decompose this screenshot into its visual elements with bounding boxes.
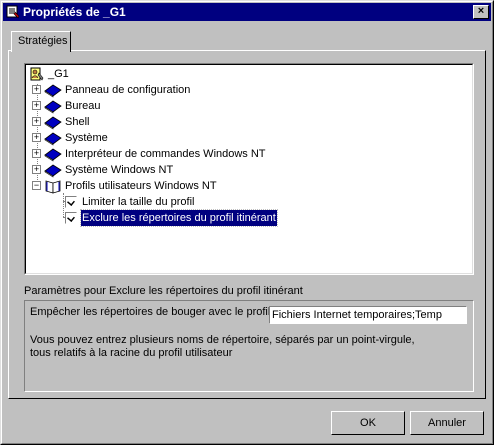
cancel-button[interactable]: Annuler <box>410 411 484 435</box>
book-icon <box>44 148 62 162</box>
policy-label-selected: Exclure les répertoires du profil itinér… <box>80 209 278 227</box>
checkbox-checked[interactable] <box>65 212 77 224</box>
tree-item-label: Panneau de configuration <box>65 84 191 96</box>
checkbox-checked[interactable] <box>65 196 77 208</box>
help-line-2: tous relatifs à la racine du profil util… <box>30 347 233 359</box>
book-icon <box>44 100 62 114</box>
field-label: Empêcher les répertoires de bouger avec … <box>30 306 277 318</box>
tree-item-panneau[interactable]: + Panneau de configuration <box>29 82 449 98</box>
tree-item-label: Profils utilisateurs Windows NT <box>65 180 217 192</box>
tree-item-label: Interpréteur de commandes Windows NT <box>65 148 266 160</box>
expand-icon[interactable]: + <box>32 117 41 126</box>
tree-item-systeme[interactable]: + Système <box>29 130 449 146</box>
tree-root-label: _G1 <box>48 68 69 80</box>
tab-strategies[interactable]: Stratégies <box>11 31 71 52</box>
window-title: Propriétés de _G1 <box>23 5 126 19</box>
ok-button[interactable]: OK <box>331 411 405 435</box>
policy-label: Limiter la taille du profil <box>82 196 195 208</box>
tree-item-systeme-nt[interactable]: + Système Windows NT <box>29 162 449 178</box>
close-button[interactable]: × <box>473 5 489 19</box>
group-policy-icon <box>30 67 44 81</box>
tree-item-label: Système Windows NT <box>65 164 174 176</box>
expand-icon[interactable]: + <box>32 149 41 158</box>
policy-icon <box>6 5 20 19</box>
title-bar[interactable]: Propriétés de _G1 × <box>3 3 491 21</box>
properties-dialog: Propriétés de _G1 × Stratégies _G1 + Pan… <box>0 0 494 445</box>
policy-exclude-roaming-dirs[interactable]: Exclure les répertoires du profil itinér… <box>65 209 445 227</box>
params-heading: Paramètres pour Exclure les répertoires … <box>24 285 303 297</box>
help-text: Vous pouvez entrez plusieurs noms de rép… <box>30 334 460 360</box>
open-book-icon <box>45 180 61 194</box>
expand-icon[interactable]: + <box>32 133 41 142</box>
book-icon <box>44 116 62 130</box>
tree-item-shell[interactable]: + Shell <box>29 114 449 130</box>
expand-icon[interactable]: + <box>32 165 41 174</box>
tree-item-label: Shell <box>65 116 90 128</box>
expand-icon[interactable]: + <box>32 85 41 94</box>
help-line-1: Vous pouvez entrez plusieurs noms de rép… <box>30 334 415 346</box>
tree-root[interactable]: _G1 <box>29 66 229 82</box>
book-icon <box>44 164 62 178</box>
excluded-dirs-input[interactable]: Fichiers Internet temporaires;Temp <box>269 306 467 324</box>
tree-item-label: Système <box>65 132 108 144</box>
tree-item-interpreteur[interactable]: + Interpréteur de commandes Windows NT <box>29 146 449 162</box>
tree-item-label: Bureau <box>65 100 101 112</box>
book-icon <box>44 84 62 98</box>
policy-limit-profile-size[interactable]: Limiter la taille du profil <box>65 194 445 210</box>
expand-icon[interactable]: + <box>32 101 41 110</box>
tree-item-profils[interactable]: − Profils utilisateurs Windows NT <box>29 178 449 194</box>
book-icon <box>44 132 62 146</box>
policy-tree[interactable]: _G1 + Panneau de configuration + Bureau … <box>24 63 474 275</box>
tab-label: Stratégies <box>18 35 68 47</box>
tree-item-bureau[interactable]: + Bureau <box>29 98 449 114</box>
collapse-icon[interactable]: − <box>32 181 41 190</box>
